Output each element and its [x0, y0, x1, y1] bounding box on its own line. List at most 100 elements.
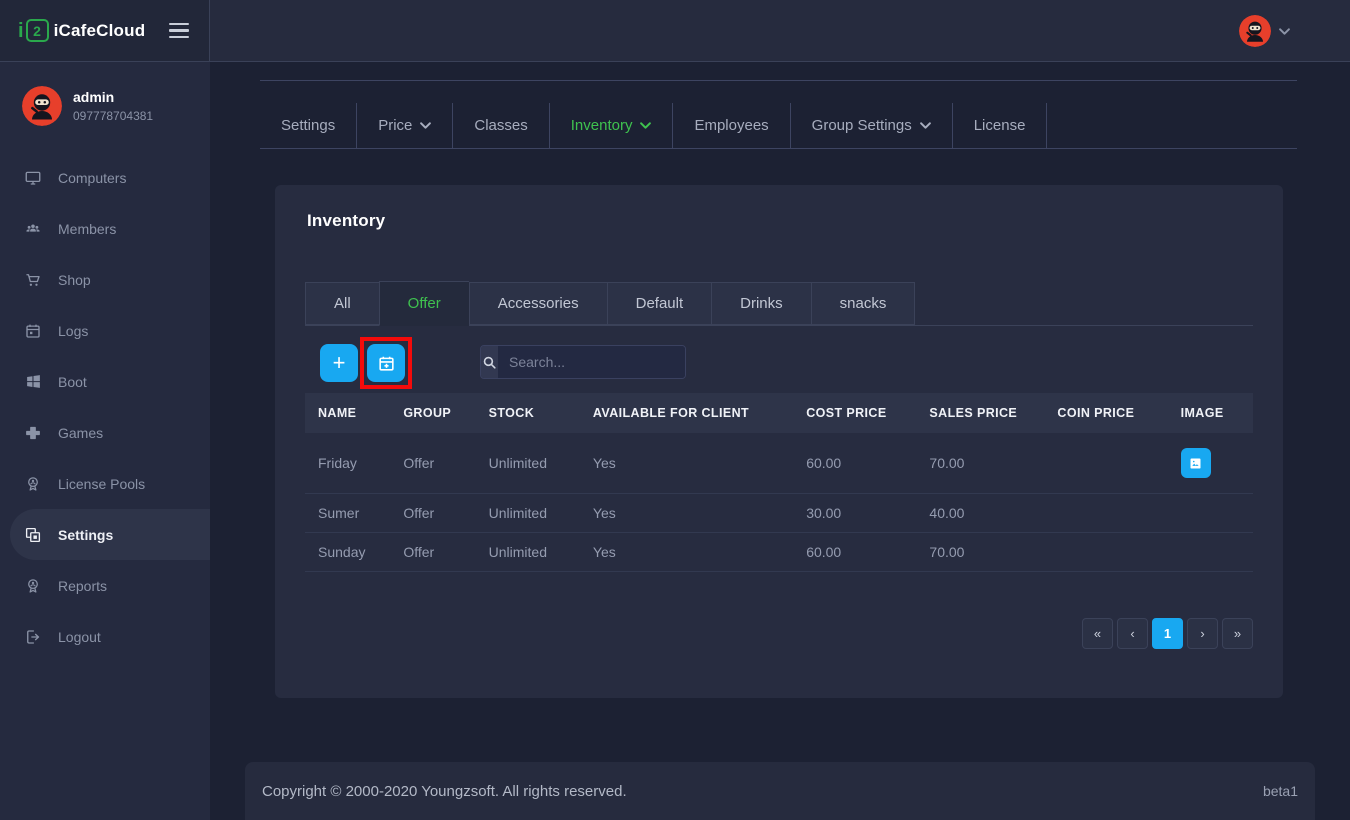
header-avatar[interactable] [1239, 15, 1271, 47]
cell-group: Offer [390, 494, 475, 533]
tab-label: Default [636, 295, 684, 312]
cell-coin [1044, 533, 1167, 572]
chevron-down-icon [420, 122, 431, 129]
topnav-item-inventory[interactable]: Inventory [550, 103, 674, 148]
first-page-button[interactable]: « [1082, 618, 1113, 649]
logs-icon [24, 322, 42, 340]
topnav-item-label: Inventory [571, 117, 633, 134]
tab-label: Accessories [498, 295, 579, 312]
brand-logo[interactable]: i 2 iCafeCloud [18, 19, 145, 42]
cell-coin [1044, 433, 1167, 494]
topnav-item-label: Settings [281, 117, 335, 134]
search-input[interactable] [498, 346, 686, 378]
chevron-down-icon [920, 122, 931, 129]
hamburger-menu-icon[interactable] [169, 19, 189, 43]
page-title: Inventory [307, 211, 385, 231]
computers-icon [24, 169, 42, 187]
sidebar-item-boot[interactable]: Boot [0, 356, 210, 407]
tab-snacks[interactable]: snacks [811, 282, 916, 325]
cell-image [1168, 494, 1253, 533]
sidebar-item-members[interactable]: Members [0, 203, 210, 254]
reports-icon [24, 577, 42, 595]
sidebar-item-shop[interactable]: Shop [0, 254, 210, 305]
column-header-group: GROUP [390, 393, 475, 433]
table-row: FridayOfferUnlimitedYes60.0070.00 [305, 433, 1253, 494]
topnav-item-label: Group Settings [812, 117, 912, 134]
sidebar-item-label: Boot [58, 374, 87, 390]
sidebar-item-settings[interactable]: Settings [10, 509, 210, 560]
user-phone: 097778704381 [73, 109, 153, 123]
cell-coin [1044, 494, 1167, 533]
sidebar-item-label: Reports [58, 578, 107, 594]
topnav-item-label: Employees [694, 117, 768, 134]
cell-cost: 30.00 [793, 494, 916, 533]
copyright-text: Copyright © 2000-2020 Youngzsoft. All ri… [262, 783, 627, 800]
sidebar-item-label: Games [58, 425, 103, 441]
tab-default[interactable]: Default [607, 282, 712, 325]
column-header-name: NAME [305, 393, 390, 433]
cell-stock: Unlimited [476, 533, 580, 572]
last-page-button[interactable]: » [1222, 618, 1253, 649]
tab-drinks[interactable]: Drinks [711, 282, 811, 325]
cell-available: Yes [580, 533, 793, 572]
topnav-item-label: Price [378, 117, 412, 134]
sidebar-item-label: Logout [58, 629, 101, 645]
version-label: beta1 [1263, 783, 1298, 799]
sidebar-item-license-pools[interactable]: License Pools [0, 458, 210, 509]
next-page-button[interactable]: › [1187, 618, 1218, 649]
user-name: admin [73, 89, 153, 105]
sidebar-item-label: Settings [58, 527, 113, 543]
license-pools-icon [24, 475, 42, 493]
inventory-toolbar: + [320, 337, 1253, 389]
topnav-item-employees[interactable]: Employees [673, 103, 790, 148]
sidebar-item-games[interactable]: Games [0, 407, 210, 458]
search-icon [481, 346, 498, 378]
column-header-available-for-client: AVAILABLE FOR CLIENT [580, 393, 793, 433]
column-header-coin-price: COIN PRICE [1044, 393, 1167, 433]
settings-topnav: Settings Price Classes Inventory Employees Gr… [260, 80, 1297, 149]
avatar [22, 86, 62, 126]
cell-sales: 70.00 [916, 533, 1044, 572]
topnav-item-label: Classes [474, 117, 527, 134]
sidebar-item-label: License Pools [58, 476, 145, 492]
add-item-button[interactable]: + [320, 344, 358, 382]
tab-offer[interactable]: Offer [379, 281, 469, 326]
chevron-down-icon[interactable] [1279, 28, 1290, 35]
tab-label: snacks [840, 295, 887, 312]
sidebar-nav: ComputersMembers Shop Logs Boot Games License… [0, 152, 210, 662]
topnav-item-classes[interactable]: Classes [453, 103, 549, 148]
annotation-red-box [360, 337, 412, 389]
settings-icon [24, 526, 42, 544]
sidebar-item-reports[interactable]: Reports [0, 560, 210, 611]
main-content: Settings Price Classes Inventory Employees Gr… [210, 62, 1350, 820]
item-image-button[interactable] [1181, 448, 1211, 478]
topnav-item-license[interactable]: License [953, 103, 1048, 148]
logo-i-glyph: i [18, 21, 24, 41]
sidebar-item-computers[interactable]: Computers [0, 152, 210, 203]
tab-label: All [334, 295, 351, 312]
topnav-item-price[interactable]: Price [357, 103, 453, 148]
cell-available: Yes [580, 433, 793, 494]
topnav-item-settings[interactable]: Settings [260, 103, 357, 148]
sidebar-item-label: Shop [58, 272, 91, 288]
cell-stock: Unlimited [476, 494, 580, 533]
cell-cost: 60.00 [793, 533, 916, 572]
add-offer-calendar-button[interactable] [367, 344, 405, 382]
page-number-button[interactable]: 1 [1152, 618, 1183, 649]
prev-page-button[interactable]: ‹ [1117, 618, 1148, 649]
logo-zone: i 2 iCafeCloud [0, 0, 210, 61]
cell-available: Yes [580, 494, 793, 533]
tab-accessories[interactable]: Accessories [469, 282, 607, 325]
column-header-sales-price: SALES PRICE [916, 393, 1044, 433]
chevron-down-icon [640, 122, 651, 129]
cell-sales: 40.00 [916, 494, 1044, 533]
logout-icon [24, 628, 42, 646]
members-icon [24, 219, 42, 238]
header-user-menu[interactable] [1239, 0, 1290, 62]
sidebar-item-logout[interactable]: Logout [0, 611, 210, 662]
sidebar-item-logs[interactable]: Logs [0, 305, 210, 356]
topnav-item-group-settings[interactable]: Group Settings [791, 103, 953, 148]
table-row: SundayOfferUnlimitedYes60.0070.00 [305, 533, 1253, 572]
tab-all[interactable]: All [305, 282, 379, 325]
cell-image [1168, 433, 1253, 494]
